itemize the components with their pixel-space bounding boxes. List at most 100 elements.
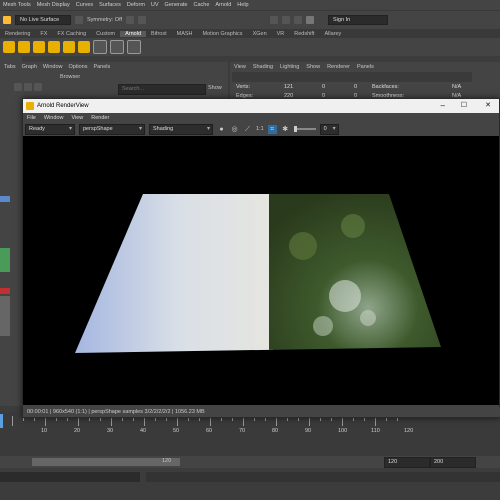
camera-dropdown[interactable]: perspShape bbox=[79, 123, 145, 135]
timeline-tick-label: 50 bbox=[173, 428, 180, 434]
exposure-field[interactable]: 0 bbox=[319, 123, 339, 135]
sort-icon[interactable] bbox=[34, 83, 42, 91]
shelf-tab-allarey[interactable]: Allarey bbox=[319, 31, 346, 37]
shelf-tab-rendering[interactable]: Rendering bbox=[0, 31, 35, 37]
rv-menu-render[interactable]: Render bbox=[91, 115, 109, 121]
arnold-area-light-icon[interactable] bbox=[63, 41, 75, 53]
list-view-icon[interactable] bbox=[24, 83, 32, 91]
menu-graph[interactable]: Graph bbox=[22, 64, 37, 70]
timeline-tick-label: 20 bbox=[74, 428, 81, 434]
current-time-marker[interactable] bbox=[0, 414, 3, 428]
live-surface-selector[interactable]: No Live Surface bbox=[15, 15, 71, 25]
exposure-icon[interactable]: ✱ bbox=[281, 125, 290, 134]
browser-toolbar bbox=[14, 83, 42, 91]
grid-view-icon[interactable] bbox=[14, 83, 22, 91]
render-icon[interactable] bbox=[138, 16, 147, 24]
menu-generate[interactable]: Generate bbox=[162, 2, 191, 8]
minimize-icon[interactable]: – bbox=[441, 101, 445, 110]
shelf-tab-vr[interactable]: VR bbox=[272, 31, 290, 37]
menu-deform[interactable]: Deform bbox=[124, 2, 148, 8]
menu-view[interactable]: View bbox=[234, 64, 246, 70]
show-button[interactable]: Show bbox=[208, 85, 222, 91]
menu-shading[interactable]: Shading bbox=[253, 64, 273, 70]
exposure-slider[interactable] bbox=[293, 126, 316, 132]
arnold-render-icon[interactable] bbox=[3, 41, 15, 53]
shelf-tab-redshift[interactable]: Redshift bbox=[289, 31, 319, 37]
arnold-view-icon[interactable] bbox=[127, 40, 141, 54]
status-dropdown[interactable]: Ready bbox=[25, 123, 75, 135]
menu-help[interactable]: Help bbox=[234, 2, 251, 8]
viewport-menu: View Shading Lighting Show Renderer Pane… bbox=[230, 62, 500, 72]
symmetry-icon[interactable] bbox=[75, 16, 83, 24]
arnold-ipr-icon[interactable] bbox=[18, 41, 30, 53]
menu-cache[interactable]: Cache bbox=[190, 2, 212, 8]
shelf-tab-arnold[interactable]: Arnold bbox=[120, 30, 147, 37]
rv-menu-window[interactable]: Window bbox=[44, 115, 64, 121]
menu-surfaces[interactable]: Surfaces bbox=[96, 2, 124, 8]
crop-region-icon[interactable]: ⌗ bbox=[267, 124, 277, 134]
range-start-field[interactable]: 120 bbox=[384, 457, 430, 468]
tool-box bbox=[0, 56, 22, 406]
mel-input[interactable] bbox=[0, 472, 140, 482]
menu-mesh-display[interactable]: Mesh Display bbox=[34, 2, 73, 8]
symmetry-label[interactable]: Symmetry: Off bbox=[87, 17, 122, 23]
menu-arnold[interactable]: Arnold bbox=[212, 2, 234, 8]
arnold-light-icon[interactable] bbox=[33, 41, 45, 53]
timeline-tick-label: 100 bbox=[338, 428, 348, 434]
record-icon[interactable]: ● bbox=[217, 125, 226, 134]
panel-toggle-icon[interactable] bbox=[270, 16, 279, 24]
channel-icon[interactable]: ◎ bbox=[230, 125, 239, 134]
shelf-tab-fx-caching[interactable]: FX Caching bbox=[52, 31, 91, 37]
arnold-logo-icon bbox=[26, 102, 34, 110]
shelf-tab-motion-graphics[interactable]: Motion Graphics bbox=[198, 31, 248, 37]
render-settings-icon[interactable] bbox=[126, 16, 135, 24]
menu-options[interactable]: Options bbox=[68, 64, 87, 70]
menu-window[interactable]: Window bbox=[43, 64, 63, 70]
range-slider-bar[interactable] bbox=[32, 458, 180, 466]
menu-curves[interactable]: Curves bbox=[73, 2, 96, 8]
maximize-icon[interactable]: ☐ bbox=[461, 101, 467, 109]
shelf-tabs: Rendering FX FX Caching Custom Arnold Bi… bbox=[0, 29, 500, 38]
arnold-flush-icon[interactable] bbox=[93, 40, 107, 54]
panel-toggle-icon-2[interactable] bbox=[282, 16, 291, 24]
timeline-tick-label: 90 bbox=[305, 428, 312, 434]
arnold-tx-icon[interactable] bbox=[110, 40, 124, 54]
shelf-tab-bifrost[interactable]: Bifrost bbox=[146, 31, 172, 37]
magnet-icon[interactable] bbox=[3, 16, 11, 24]
shelf-tab-fx[interactable]: FX bbox=[35, 31, 52, 37]
browser-label: Browser bbox=[60, 74, 81, 80]
range-end-field[interactable]: 200 bbox=[430, 457, 476, 468]
hypershade-panel: Tabs Graph Window Options Panels Browser… bbox=[0, 62, 228, 102]
menu-panels-vp[interactable]: Panels bbox=[357, 64, 374, 70]
menu-show[interactable]: Show bbox=[306, 64, 320, 70]
pivot-icon[interactable] bbox=[0, 196, 10, 202]
panel-toggle-icon-3[interactable] bbox=[294, 16, 303, 24]
menu-uv[interactable]: UV bbox=[148, 2, 162, 8]
close-icon[interactable]: ✕ bbox=[485, 101, 491, 109]
viewport-panel: View Shading Lighting Show Renderer Pane… bbox=[230, 62, 500, 102]
time-slider[interactable]: 10 20 30 40 50 60 70 80 90 100 110 120 bbox=[0, 412, 500, 456]
menu-panels[interactable]: Panels bbox=[93, 64, 110, 70]
panel-toggle-icon-4[interactable] bbox=[306, 16, 315, 24]
shelf-tab-custom[interactable]: Custom bbox=[91, 31, 120, 37]
rv-menu-view[interactable]: View bbox=[71, 115, 83, 121]
arnold-skydome-icon[interactable] bbox=[48, 41, 60, 53]
node-body[interactable] bbox=[0, 296, 10, 336]
node-swatch[interactable] bbox=[0, 248, 10, 272]
aov-dropdown[interactable]: Shading bbox=[149, 123, 213, 135]
sign-in-button[interactable]: Sign In bbox=[328, 15, 389, 25]
menu-lighting[interactable]: Lighting bbox=[280, 64, 299, 70]
color-picker-icon[interactable]: ⟋ bbox=[243, 125, 252, 134]
arnold-mesh-light-icon[interactable] bbox=[78, 41, 90, 53]
menu-mesh-tools[interactable]: Mesh Tools bbox=[0, 2, 34, 8]
shelf-tab-mash[interactable]: MASH bbox=[172, 31, 198, 37]
render-image[interactable] bbox=[23, 136, 499, 405]
menu-tabs[interactable]: Tabs bbox=[4, 64, 16, 70]
shelf-tab-xgen[interactable]: XGen bbox=[248, 31, 272, 37]
viewport-toolbar bbox=[232, 72, 472, 82]
window-title-bar[interactable]: Arnold RenderView – ☐ ✕ bbox=[23, 99, 499, 113]
zoom-label[interactable]: 1:1 bbox=[256, 126, 264, 132]
rv-menu-file[interactable]: File bbox=[27, 115, 36, 121]
hypershade-search-input[interactable]: Search... bbox=[118, 84, 206, 95]
menu-renderer[interactable]: Renderer bbox=[327, 64, 350, 70]
